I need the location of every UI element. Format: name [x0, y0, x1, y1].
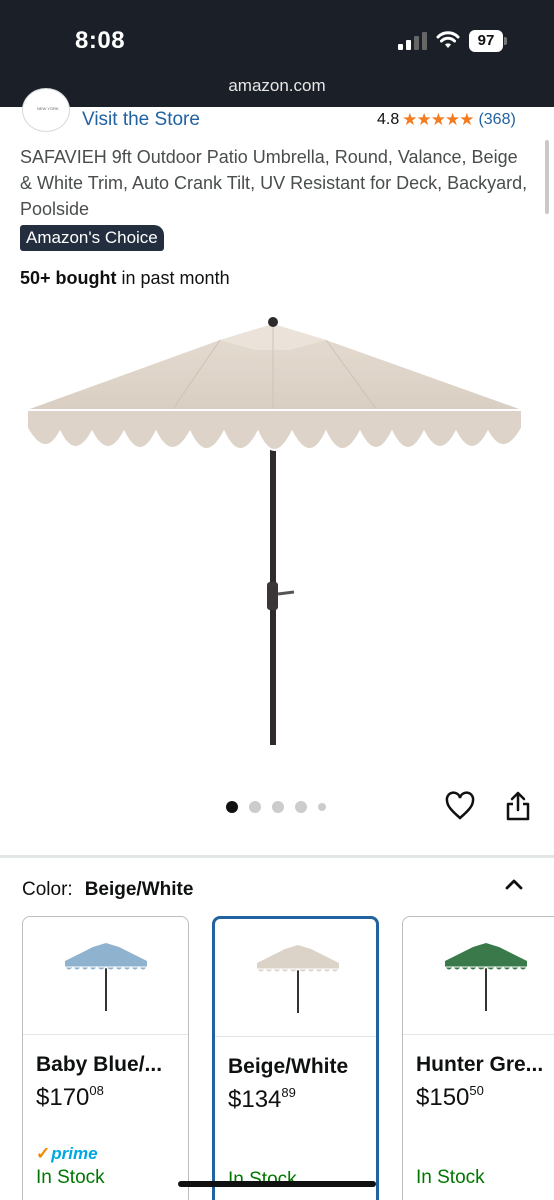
- prime-badge: ✓prime: [36, 1144, 98, 1163]
- status-time: 8:08: [75, 27, 126, 54]
- color-option-name: Hunter Gre...: [416, 1053, 544, 1076]
- image-pagination[interactable]: [226, 801, 326, 813]
- selected-color: Beige/White: [84, 879, 194, 900]
- scrollbar[interactable]: [545, 140, 549, 214]
- rating-count[interactable]: (368): [478, 111, 515, 129]
- pagination-dot[interactable]: [295, 801, 307, 813]
- chevron-up-icon[interactable]: [503, 873, 525, 895]
- bought-count-rest: in past month: [116, 268, 230, 288]
- prime-check-icon: ✓: [36, 1144, 51, 1163]
- color-option-price: $17008: [36, 1083, 104, 1111]
- store-logo[interactable]: NEW YORK: [22, 88, 70, 132]
- pagination-dot[interactable]: [249, 801, 261, 813]
- umbrella-thumbnail-icon: [64, 943, 148, 1011]
- color-label: Color: Beige/White: [22, 879, 193, 901]
- color-label-text: Color:: [22, 879, 73, 900]
- visit-store-link[interactable]: Visit the Store: [82, 109, 200, 131]
- color-option-image: [215, 919, 376, 1037]
- umbrella-thumbnail-icon: [256, 945, 340, 1013]
- star-rating-icon: ★★★★★: [402, 110, 474, 129]
- pagination-dot[interactable]: [226, 801, 238, 813]
- status-bar: 8:08 97 amazon.com: [0, 0, 554, 107]
- pagination-dot[interactable]: [318, 803, 326, 811]
- section-divider: [0, 855, 554, 858]
- url-bar[interactable]: amazon.com: [0, 76, 554, 96]
- color-option-price: $13489: [228, 1085, 296, 1113]
- color-option-card[interactable]: Hunter Gre... $15050 In Stock: [402, 916, 554, 1200]
- pagination-dot[interactable]: [272, 801, 284, 813]
- heart-icon[interactable]: [444, 791, 476, 821]
- color-option-image: [403, 917, 554, 1035]
- rating-summary[interactable]: 4.8 ★★★★★ (368): [377, 110, 516, 130]
- store-logo-text: NEW YORK: [37, 106, 59, 111]
- product-main-image[interactable]: [20, 310, 530, 750]
- share-icon[interactable]: [505, 790, 531, 822]
- color-option-image: [23, 917, 188, 1035]
- bought-count: 50+ bought in past month: [20, 268, 230, 289]
- battery-level: 97: [469, 30, 503, 52]
- color-option-name: Beige/White: [228, 1055, 349, 1078]
- bought-count-bold: 50+ bought: [20, 268, 117, 288]
- signal-icon: [398, 32, 428, 50]
- color-option-card-selected[interactable]: Beige/White $13489 In Stock: [212, 916, 379, 1200]
- umbrella-thumbnail-icon: [444, 943, 528, 1011]
- amazons-choice-badge[interactable]: Amazon's Choice: [20, 225, 164, 251]
- stock-status: In Stock: [416, 1167, 485, 1188]
- rating-value: 4.8: [377, 111, 400, 128]
- color-option-card[interactable]: Baby Blue/... $17008 ✓prime In Stock: [22, 916, 189, 1200]
- stock-status: In Stock: [36, 1167, 105, 1188]
- wifi-icon: [436, 31, 460, 48]
- home-indicator[interactable]: [178, 1181, 376, 1187]
- stock-status: In Stock: [228, 1169, 297, 1190]
- color-option-price: $15050: [416, 1083, 484, 1111]
- color-option-name: Baby Blue/...: [36, 1053, 163, 1076]
- battery-icon: 97: [469, 30, 507, 52]
- product-title: SAFAVIEH 9ft Outdoor Patio Umbrella, Rou…: [20, 147, 528, 219]
